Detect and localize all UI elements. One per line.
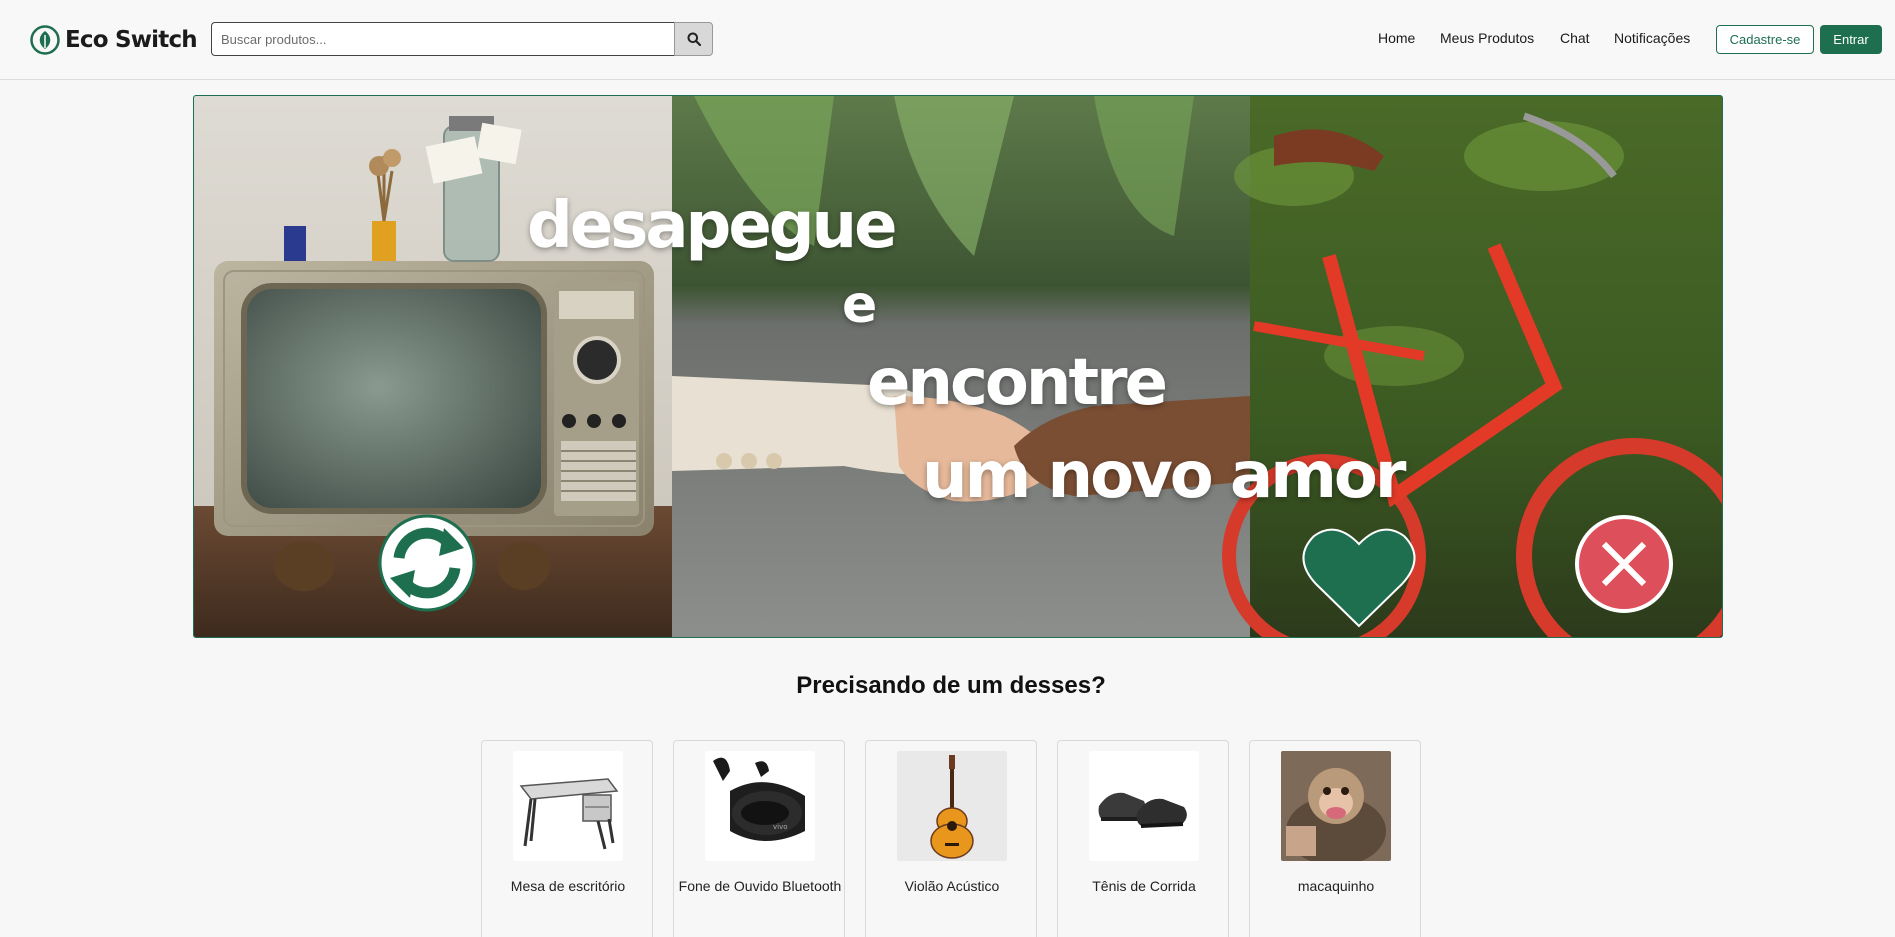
refresh-icon [378,514,476,612]
product-name: Violão Acústico [904,878,1000,894]
svg-text:vivo: vivo [773,823,788,831]
product-name: Mesa de escritório [510,878,626,894]
eco-leaf-icon [30,25,60,55]
navbar: Eco Switch Home Meus Produtos Chat Notif… [0,0,1895,80]
search-icon [687,32,701,46]
product-name: Fone de Ouvido Bluetooth [678,878,842,894]
close-icon [1575,515,1673,613]
monkey-image [1281,751,1391,861]
product-name: macaquinho [1297,878,1375,894]
guitar-image [897,751,1007,861]
hero-line-e: e [842,275,877,335]
search-input[interactable] [211,22,674,56]
product-card[interactable]: Violão Acústico [865,740,1037,937]
nav-home-link[interactable]: Home [1378,30,1415,46]
product-name: Tênis de Corrida [1092,878,1196,894]
search-bar [211,22,713,56]
signup-button[interactable]: Cadastre-se [1716,25,1814,54]
hero-line-um-novo-amor: um novo amor [922,439,1406,513]
sneakers-image [1089,751,1199,861]
hero-line-encontre: encontre [867,346,1168,420]
nav-chat-link[interactable]: Chat [1560,30,1590,46]
desk-image [513,751,623,861]
product-card[interactable]: vivo Fone de Ouvido Bluetooth [673,740,845,937]
section-title: Precisando de um desses? [796,672,1106,699]
nav-notifications-link[interactable]: Notificações [1614,30,1690,46]
search-button[interactable] [674,22,713,56]
hero-line-desapegue: desapegue [527,189,897,263]
brand-logo[interactable]: Eco Switch [30,22,198,58]
product-card[interactable]: Mesa de escritório [481,740,653,937]
hero-banner[interactable]: desapegue e encontre um novo amor [193,95,1723,638]
earbuds-image: vivo [705,751,815,861]
brand-name: Eco Switch [65,27,198,53]
nav-my-products-link[interactable]: Meus Produtos [1440,30,1534,46]
product-card[interactable]: Tênis de Corrida [1057,740,1229,937]
product-card[interactable]: macaquinho [1249,740,1421,937]
login-button[interactable]: Entrar [1820,25,1882,54]
